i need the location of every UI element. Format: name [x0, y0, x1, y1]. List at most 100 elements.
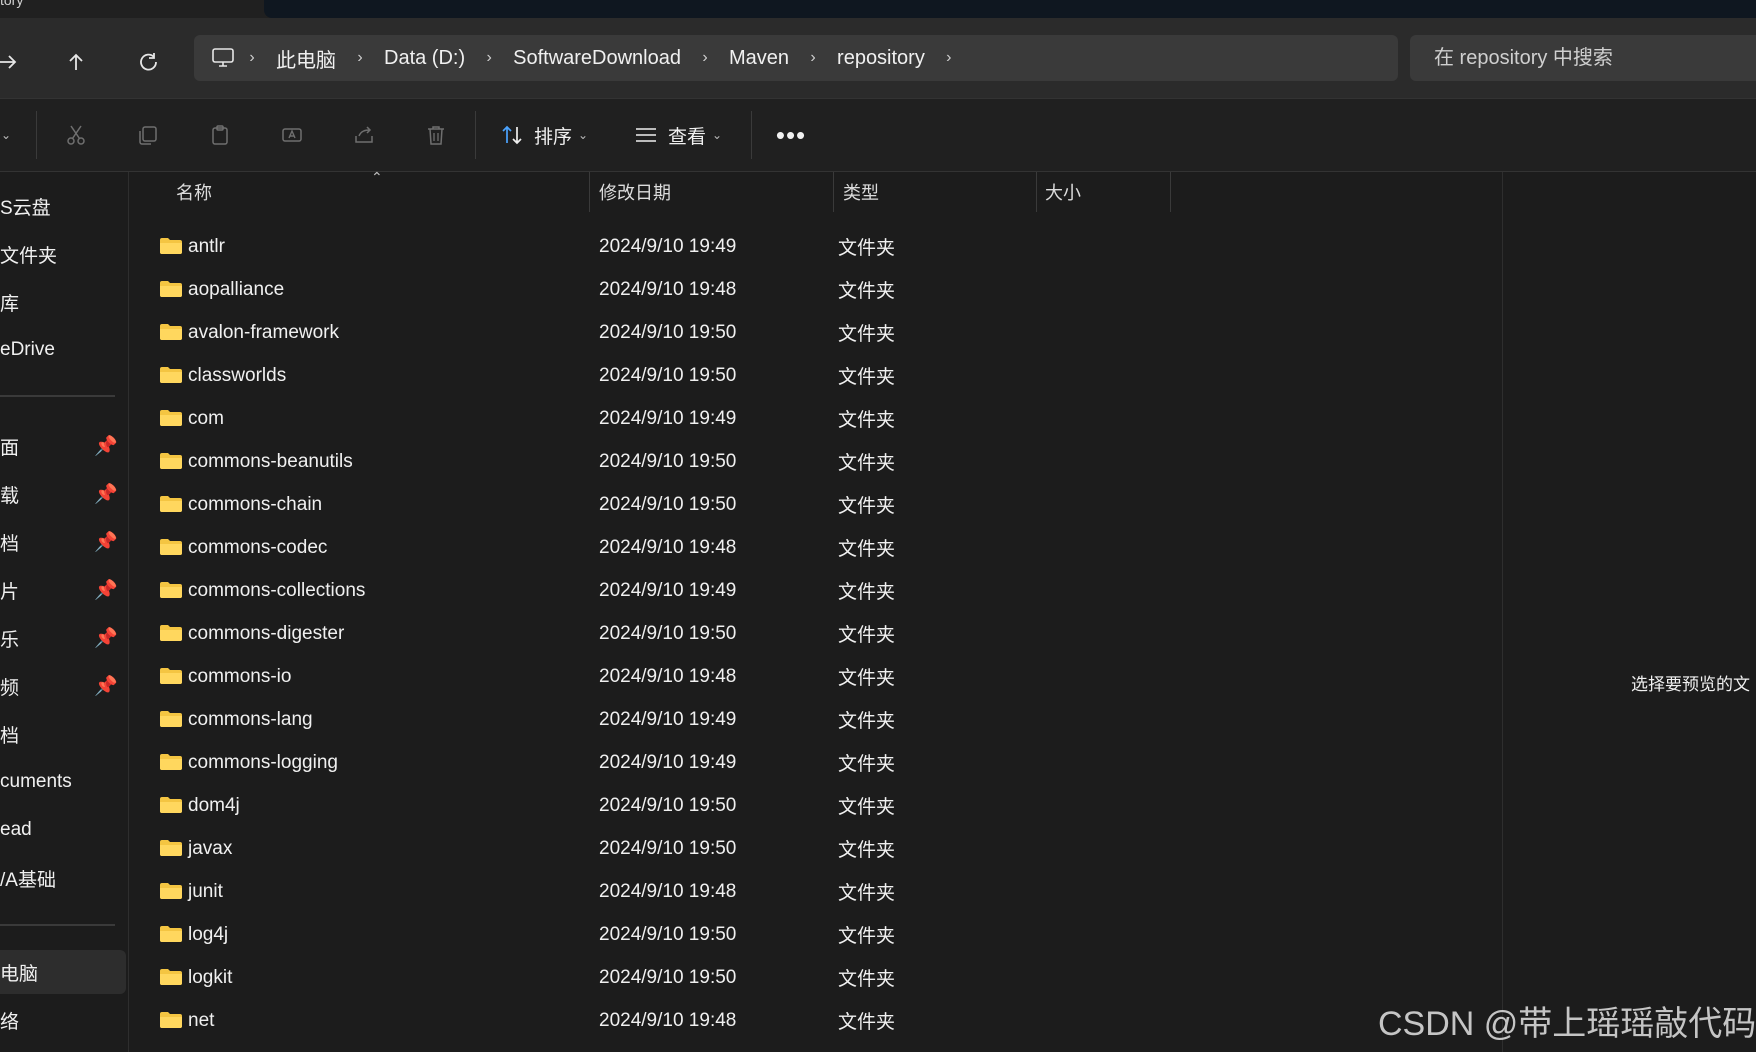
rename-button[interactable] [274, 117, 310, 153]
breadcrumb-item-maven[interactable]: Maven [729, 47, 789, 70]
table-row[interactable]: commons-codec 2024/9/10 19:48 文件夹 [129, 526, 1502, 569]
file-name[interactable]: log4j [188, 924, 228, 946]
breadcrumb[interactable]: › 此电脑 › Data (D:) › SoftwareDownload › M… [194, 35, 1398, 81]
sidebar-item-network[interactable]: 络 [0, 998, 126, 1042]
file-name[interactable]: commons-io [188, 666, 291, 688]
chevron-right-icon[interactable]: › [479, 35, 499, 81]
sidebar-item-label: 档 [0, 725, 20, 747]
tab-title[interactable]: tory [0, 0, 23, 8]
file-name[interactable]: logkit [188, 967, 232, 989]
breadcrumb-item-repository[interactable]: repository [837, 47, 925, 70]
chevron-right-icon[interactable]: › [242, 35, 262, 81]
column-divider[interactable] [589, 172, 590, 212]
sidebar-item[interactable]: ead [0, 808, 126, 852]
sidebar-item[interactable]: 面 📌 [0, 424, 126, 468]
table-row[interactable]: com 2024/9/10 19:49 文件夹 [129, 397, 1502, 440]
table-row[interactable]: avalon-framework 2024/9/10 19:50 文件夹 [129, 311, 1502, 354]
column-header-modified[interactable]: 修改日期 [599, 172, 671, 212]
table-row[interactable]: commons-chain 2024/9/10 19:50 文件夹 [129, 483, 1502, 526]
paste-button[interactable] [202, 117, 238, 153]
table-row[interactable]: commons-collections 2024/9/10 19:49 文件夹 [129, 569, 1502, 612]
file-name[interactable]: classworlds [188, 365, 286, 387]
table-row[interactable]: commons-logging 2024/9/10 19:49 文件夹 [129, 741, 1502, 784]
sidebar-item[interactable]: 频 📌 [0, 664, 126, 708]
table-row[interactable]: commons-io 2024/9/10 19:48 文件夹 [129, 655, 1502, 698]
table-row[interactable]: net 2024/9/10 19:48 文件夹 [129, 999, 1502, 1042]
sidebar-item[interactable]: 档 📌 [0, 520, 126, 564]
column-divider[interactable] [1036, 172, 1037, 212]
search-box[interactable] [1410, 35, 1756, 81]
table-row[interactable]: dom4j 2024/9/10 19:50 文件夹 [129, 784, 1502, 827]
sidebar-item[interactable]: S云盘 [0, 184, 126, 228]
sidebar-item[interactable]: 档 [0, 712, 126, 756]
file-name[interactable]: antlr [188, 236, 225, 258]
table-row[interactable]: javax 2024/9/10 19:50 文件夹 [129, 827, 1502, 870]
file-name[interactable]: javax [188, 838, 232, 860]
column-divider[interactable] [833, 172, 834, 212]
cut-button[interactable] [58, 117, 94, 153]
sort-button[interactable]: 排序 ⌄ [500, 117, 588, 153]
folder-icon [160, 238, 182, 254]
table-row[interactable]: logkit 2024/9/10 19:50 文件夹 [129, 956, 1502, 999]
sidebar-item[interactable]: 乐 📌 [0, 616, 126, 660]
file-name[interactable]: commons-logging [188, 752, 338, 774]
file-name[interactable]: commons-chain [188, 494, 322, 516]
search-input[interactable] [1432, 45, 1756, 71]
file-name[interactable]: commons-lang [188, 709, 313, 731]
tab-strip[interactable] [264, 0, 1756, 18]
table-row[interactable]: classworlds 2024/9/10 19:50 文件夹 [129, 354, 1502, 397]
sidebar-item[interactable]: eDrive [0, 328, 126, 372]
column-header-type[interactable]: 类型 [843, 172, 879, 212]
sidebar-item-this-pc[interactable]: 电脑 [0, 950, 126, 994]
share-button[interactable] [346, 117, 382, 153]
file-name[interactable]: com [188, 408, 224, 430]
table-row[interactable]: log4j 2024/9/10 19:50 文件夹 [129, 913, 1502, 956]
table-row[interactable]: aopalliance 2024/9/10 19:48 文件夹 [129, 268, 1502, 311]
chevron-right-icon[interactable]: › [695, 35, 715, 81]
file-name[interactable]: aopalliance [188, 279, 284, 301]
up-button[interactable] [58, 44, 94, 80]
sidebar-item[interactable]: 片 📌 [0, 568, 126, 612]
column-header-name[interactable]: 名称 [176, 172, 212, 212]
chevron-down-icon: ⌄ [578, 128, 589, 142]
table-row[interactable]: commons-beanutils 2024/9/10 19:50 文件夹 [129, 440, 1502, 483]
rename-icon [282, 128, 302, 142]
table-row[interactable]: junit 2024/9/10 19:48 文件夹 [129, 870, 1502, 913]
sidebar-item-label: 面 [0, 437, 20, 459]
column-divider[interactable] [1170, 172, 1171, 212]
sidebar-item[interactable]: 文件夹 [0, 232, 126, 276]
sidebar-item[interactable]: /A基础 [0, 856, 126, 900]
chevron-right-icon[interactable]: › [939, 35, 959, 81]
table-row[interactable]: commons-lang 2024/9/10 19:49 文件夹 [129, 698, 1502, 741]
copy-button[interactable] [130, 117, 166, 153]
view-button[interactable]: 查看 ⌄ [634, 117, 722, 153]
breadcrumb-item-this-pc[interactable]: 此电脑 [276, 44, 336, 73]
file-name[interactable]: commons-codec [188, 537, 327, 559]
file-type: 文件夹 [838, 367, 896, 388]
sidebar-item[interactable]: 库 [0, 280, 126, 324]
more-options-button[interactable]: ••• [773, 117, 809, 153]
chevron-down-icon[interactable]: ⌄ [0, 117, 24, 153]
breadcrumb-item-data-d[interactable]: Data (D:) [384, 47, 465, 70]
table-row[interactable]: antlr 2024/9/10 19:49 文件夹 [129, 225, 1502, 268]
this-pc-icon[interactable] [204, 35, 242, 81]
file-name[interactable]: dom4j [188, 795, 240, 817]
file-name[interactable]: junit [188, 881, 223, 903]
file-name[interactable]: commons-beanutils [188, 451, 353, 473]
column-header-size[interactable]: 大小 [1045, 172, 1081, 212]
file-modified: 2024/9/10 19:49 [599, 579, 737, 601]
delete-button[interactable] [418, 117, 454, 153]
chevron-right-icon[interactable]: › [350, 35, 370, 81]
chevron-right-icon[interactable]: › [803, 35, 823, 81]
forward-button[interactable] [0, 44, 26, 80]
file-name[interactable]: net [188, 1010, 214, 1032]
pin-icon: 📌 [94, 628, 118, 649]
table-row[interactable]: commons-digester 2024/9/10 19:50 文件夹 [129, 612, 1502, 655]
file-name[interactable]: commons-digester [188, 623, 344, 645]
file-name[interactable]: avalon-framework [188, 322, 339, 344]
sidebar-item[interactable]: 载 📌 [0, 472, 126, 516]
breadcrumb-item-softwaredownload[interactable]: SoftwareDownload [513, 47, 681, 70]
file-name[interactable]: commons-collections [188, 580, 365, 602]
sidebar-item[interactable]: cuments [0, 760, 126, 804]
refresh-button[interactable] [130, 44, 166, 80]
